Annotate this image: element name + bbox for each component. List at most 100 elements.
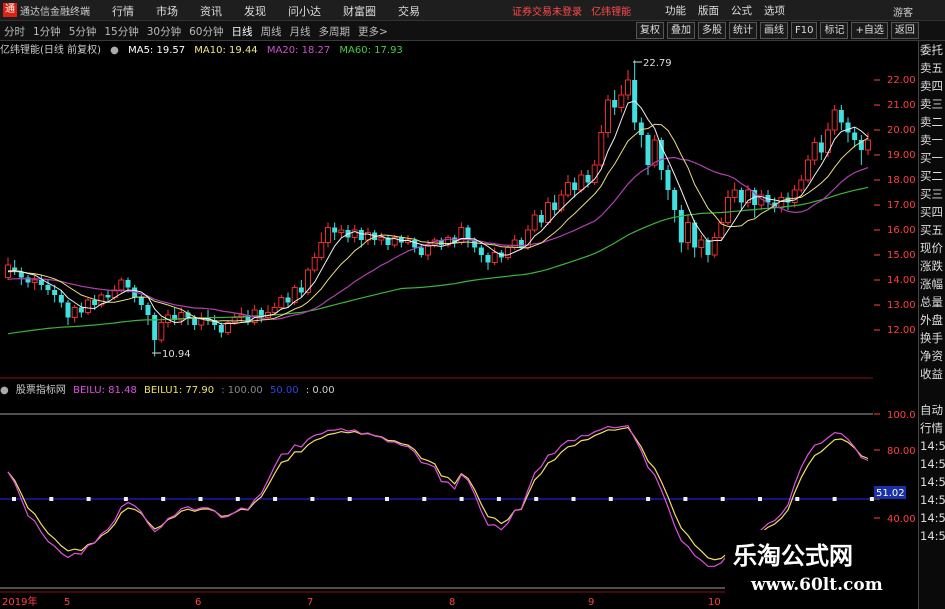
- panel-item: 涨跌: [920, 259, 943, 273]
- date-tick: 9: [588, 597, 594, 608]
- candle-body: [12, 267, 18, 270]
- candle-body: [65, 302, 71, 318]
- price-tick: 14.00: [887, 275, 916, 286]
- panel-item: 买五: [920, 223, 943, 237]
- level-50-marker: [534, 497, 539, 501]
- candle-body: [45, 285, 51, 290]
- ma60-line: [7, 186, 869, 335]
- main-chart-header: 亿纬锂能(日线 前复权) ● MA5: 19.57 MA10: 19.44 MA…: [0, 41, 409, 56]
- candle-body: [618, 94, 625, 108]
- candle-body: [511, 239, 518, 248]
- panel-item: 14:50: [920, 529, 945, 543]
- candle-body: [565, 182, 571, 196]
- candle-body: [598, 132, 605, 166]
- candle-body: [325, 227, 331, 243]
- kline-chart[interactable]: 22.79 10.94 22.00 21.00 20.00 19.00 18.0…: [0, 0, 945, 609]
- settings-icon[interactable]: ●: [110, 45, 119, 56]
- panel-item[interactable]: 行情: [919, 419, 945, 437]
- price-axis: 22.00 21.00 20.00 19.00 18.00 17.00 16.0…: [887, 75, 916, 336]
- candle-body: [338, 229, 345, 233]
- candle-body: [71, 307, 78, 318]
- panel-item: 14:50: [920, 457, 945, 471]
- ma10-value: MA10: 19.44: [194, 45, 258, 56]
- candle-body: [125, 280, 131, 288]
- candle-body: [38, 280, 44, 285]
- candle-body: [378, 237, 385, 241]
- candle-body: [332, 227, 338, 233]
- level-50-marker: [795, 497, 800, 501]
- level-50-marker: [235, 497, 240, 501]
- candle-body: [738, 190, 744, 203]
- panel-item: 卖二: [920, 115, 943, 129]
- candle-body: [692, 222, 698, 248]
- candle-body: [85, 299, 91, 313]
- indicator-settings-icon[interactable]: ●: [0, 385, 9, 396]
- panel-item: 总量: [920, 295, 943, 309]
- level-50-marker: [310, 497, 315, 501]
- candle-body: [485, 255, 491, 263]
- level-50-marker: [49, 497, 54, 501]
- beilu1-value: BEILU1: 77.90: [144, 385, 215, 396]
- price-tick: 13.00: [887, 300, 916, 311]
- high-marker: 22.79: [633, 58, 672, 69]
- candle-body: [545, 202, 551, 223]
- level-0-value: : 0.00: [305, 385, 335, 396]
- candle-body: [705, 240, 711, 255]
- stock-title: 亿纬锂能(日线 前复权): [0, 45, 101, 56]
- candle-body: [605, 99, 611, 133]
- candle-body: [572, 182, 578, 190]
- date-axis: 2019年 5 6 7 8 9 10: [2, 595, 721, 608]
- candle-body: [818, 142, 824, 153]
- price-tick: 20.00: [887, 125, 916, 136]
- candle-body: [685, 222, 691, 243]
- candle-body: [658, 140, 664, 170]
- panel-item: 买三: [920, 187, 943, 201]
- level-50-marker: [161, 497, 166, 501]
- date-tick: 5: [64, 597, 70, 608]
- panel-item: 买一: [920, 151, 943, 165]
- candle-body: [278, 297, 285, 308]
- candle-body: [531, 214, 538, 231]
- panel-item: 卖四: [920, 79, 943, 93]
- candle-body: [145, 305, 151, 315]
- panel-item: 14:50: [920, 511, 945, 525]
- panel-item: 换手: [920, 331, 943, 345]
- candle-body: [305, 269, 311, 293]
- panel-item: 外盘: [920, 313, 943, 327]
- ma20-value: MA20: 18.27: [266, 45, 331, 56]
- level-50-marker: [123, 497, 128, 501]
- panel-item: 14:50: [920, 493, 945, 507]
- candle-body: [538, 215, 544, 223]
- candle-body: [158, 322, 165, 341]
- level-50-marker: [646, 497, 651, 501]
- candle-body: [678, 210, 684, 243]
- level-50-marker: [86, 497, 91, 501]
- candle-body: [665, 170, 671, 190]
- price-tick: 12.00: [887, 325, 916, 336]
- price-tick: 19.00: [887, 150, 916, 161]
- level-50-marker: [869, 497, 874, 501]
- price-tick: 17.00: [887, 200, 916, 211]
- candle-body: [845, 122, 851, 133]
- candle-body: [505, 247, 511, 258]
- candle-body: [518, 240, 524, 248]
- candle-body: [105, 295, 111, 298]
- candle-body: [831, 109, 838, 131]
- panel-item: 14:50: [920, 439, 945, 453]
- indicator-tick: 51.02: [876, 488, 905, 499]
- panel-item[interactable]: 委托: [919, 41, 945, 59]
- svg-text:10.94: 10.94: [162, 349, 191, 360]
- indicator-header: ● 股票指标网 BEILU: 81.48 BEILU1: 77.90 : 100…: [0, 381, 339, 396]
- level-50-marker: [720, 497, 725, 501]
- beilu-value: BEILU: 81.48: [73, 385, 137, 396]
- panel-item[interactable]: 自动: [919, 401, 945, 419]
- level-50-marker: [198, 497, 203, 501]
- ma60-value: MA60: 17.93: [339, 45, 403, 56]
- candle-body: [698, 239, 705, 248]
- candle-body: [798, 179, 805, 191]
- level-50-marker: [496, 497, 501, 501]
- date-tick: 8: [449, 597, 455, 608]
- date-tick: 6: [195, 597, 201, 608]
- date-tick: 2019年: [2, 595, 37, 608]
- candle-body: [838, 110, 844, 123]
